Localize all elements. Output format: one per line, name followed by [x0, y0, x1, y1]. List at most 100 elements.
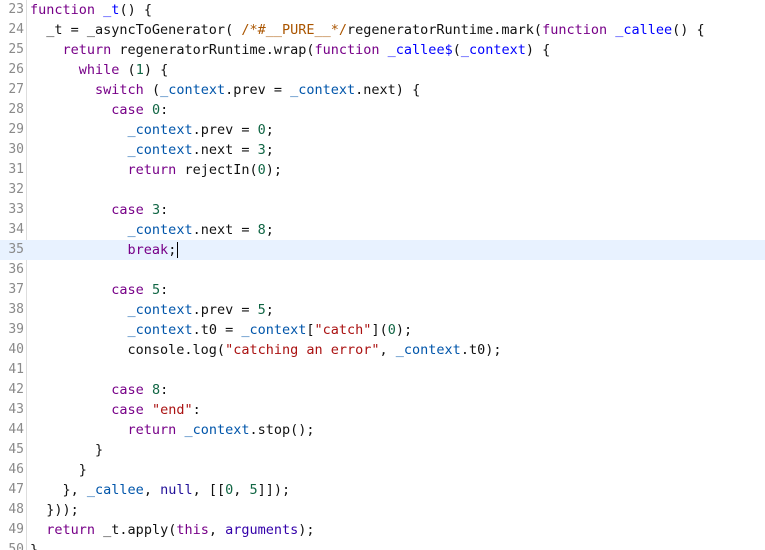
code-line[interactable]: 28 case 0:: [0, 100, 765, 120]
code-line-active[interactable]: 35 break;: [0, 240, 765, 260]
code-text: ;: [265, 302, 274, 318]
code-line[interactable]: 31 return rejectIn(0);: [0, 160, 765, 180]
variable-token: _context: [127, 322, 193, 338]
line-code: _context.prev = 5;: [30, 300, 274, 320]
line-number: 33: [8, 202, 24, 217]
string-token: "catching an error": [225, 342, 380, 358]
code-line[interactable]: 39 _context.t0 = _context["catch"](0);: [0, 320, 765, 340]
code-text: );: [265, 162, 283, 178]
code-text: rejectIn(: [176, 162, 258, 178]
line-number: 25: [8, 42, 24, 57]
code-text: .stop();: [249, 422, 315, 438]
code-line[interactable]: 30 _context.next = 3;: [0, 140, 765, 160]
code-text: }: [30, 542, 39, 550]
code-line[interactable]: 25 return regeneratorRuntime.wrap(functi…: [0, 40, 765, 60]
line-number: 49: [8, 522, 24, 537]
code-line[interactable]: 32: [0, 180, 765, 200]
code-line[interactable]: 29 _context.prev = 0;: [0, 120, 765, 140]
code-text: [: [306, 322, 315, 338]
code-line[interactable]: 40 console.log("catching an error", _con…: [0, 340, 765, 360]
line-code: _context.next = 8;: [30, 220, 274, 240]
code-text: () {: [672, 22, 705, 38]
line-code: }: [30, 440, 103, 460]
definition-token: _t: [103, 2, 120, 18]
code-line[interactable]: 50}: [0, 540, 765, 550]
code-line[interactable]: 33 case 3:: [0, 200, 765, 220]
line-code: case 5:: [30, 280, 168, 300]
code-line[interactable]: 44 return _context.stop();: [0, 420, 765, 440]
line-number: 28: [8, 102, 24, 117]
code-line[interactable]: 41: [0, 360, 765, 380]
code-text: ;: [265, 222, 274, 238]
code-editor[interactable]: 23 function _t() {24 _t = _asyncToGenerat…: [0, 0, 765, 550]
keyword-token: return: [46, 522, 96, 538]
line-number: 37: [8, 282, 24, 297]
code-text: }: [30, 462, 87, 478]
code-line[interactable]: 38 _context.prev = 5;: [0, 300, 765, 320]
number-token: 5: [257, 302, 266, 318]
line-code: _context.next = 3;: [30, 140, 274, 160]
code-line[interactable]: 48 }));: [0, 500, 765, 520]
code-text: _t = _asyncToGenerator(: [30, 22, 242, 38]
line-code: function _t() {: [30, 0, 152, 20]
line-number: 32: [8, 182, 24, 197]
keyword-token: case: [111, 102, 144, 118]
code-line[interactable]: 27 switch (_context.prev = _context.next…: [0, 80, 765, 100]
code-text: :: [192, 402, 201, 418]
keyword-token: return: [127, 162, 177, 178]
code-text: .prev =: [225, 82, 291, 98]
code-text: ) {: [525, 42, 551, 58]
code-text: :: [160, 382, 169, 398]
code-text: :: [160, 282, 169, 298]
code-text: (: [143, 82, 161, 98]
variable-token: _context: [290, 82, 356, 98]
line-number: 24: [8, 22, 24, 37]
line-number: 45: [8, 442, 24, 457]
code-line[interactable]: 46 }: [0, 460, 765, 480]
keyword-token: switch: [95, 82, 144, 98]
line-code: return _t.apply(this, arguments);: [30, 520, 314, 540]
line-number: 23: [8, 2, 24, 17]
variable-token: _context: [160, 82, 226, 98]
code-line[interactable]: 37 case 5:: [0, 280, 765, 300]
code-text: ](: [371, 322, 388, 338]
keyword-token: case: [111, 282, 144, 298]
code-line[interactable]: 23 function _t() {: [0, 0, 765, 20]
code-text: console.log(: [30, 342, 226, 358]
code-line[interactable]: 47 }, _callee, null, [[0, 5]]);: [0, 480, 765, 500]
line-code: console.log("catching an error", _contex…: [30, 340, 502, 360]
comment-token: /*#__PURE__*/: [241, 22, 347, 38]
number-token: 8: [151, 382, 161, 398]
code-line[interactable]: 36: [0, 260, 765, 280]
variable-token: _context: [127, 302, 193, 318]
code-line[interactable]: 49 return _t.apply(this, arguments);: [0, 520, 765, 540]
code-line[interactable]: 43 case "end":: [0, 400, 765, 420]
code-line[interactable]: 24 _t = _asyncToGenerator( /*#__PURE__*/…: [0, 20, 765, 40]
code-line[interactable]: 26 while (1) {: [0, 60, 765, 80]
keyword-token: case: [111, 202, 144, 218]
line-number: 27: [8, 82, 24, 97]
line-code: return regeneratorRuntime.wrap(function …: [30, 40, 551, 60]
number-token: 5: [151, 282, 161, 298]
number-token: 0: [257, 162, 266, 178]
string-token: "catch": [314, 322, 372, 338]
code-line[interactable]: 34 _context.next = 8;: [0, 220, 765, 240]
code-line[interactable]: 45 }: [0, 440, 765, 460]
number-token: 5: [249, 482, 258, 498]
line-code: break;: [30, 240, 179, 260]
line-code: case "end":: [30, 400, 201, 420]
code-line[interactable]: 42 case 8:: [0, 380, 765, 400]
line-number: 41: [8, 362, 24, 377]
code-text: ) {: [143, 62, 169, 78]
code-text: (: [452, 42, 461, 58]
code-text: }));: [30, 502, 79, 518]
line-code: }: [30, 460, 87, 480]
number-token: 1: [135, 62, 144, 78]
